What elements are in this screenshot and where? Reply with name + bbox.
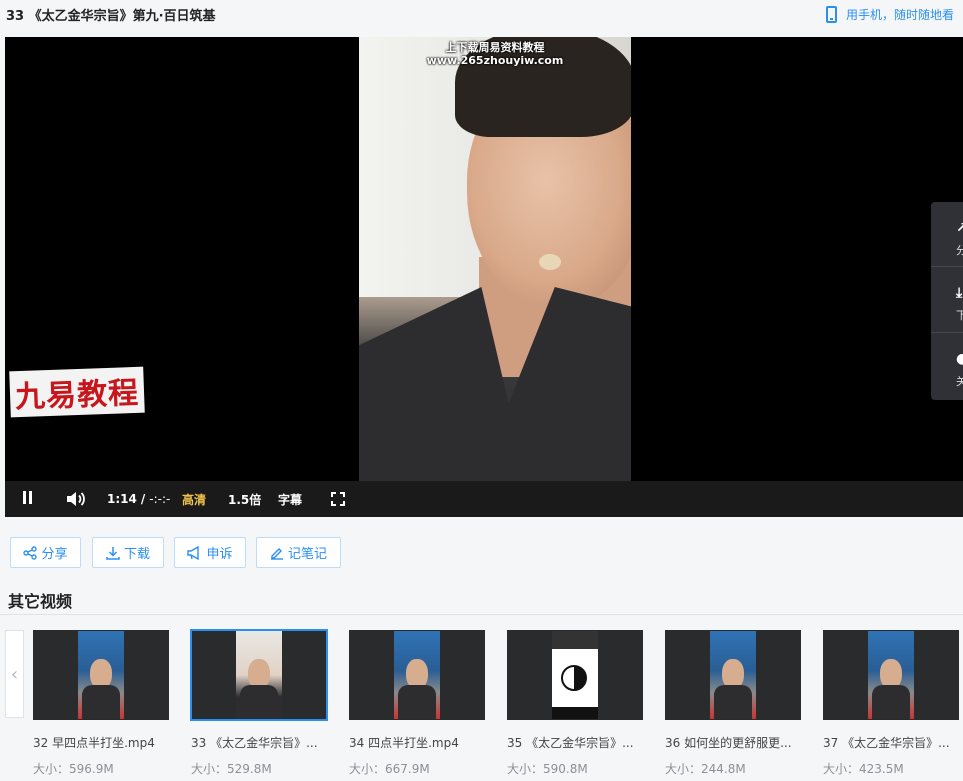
video-name[interactable]: 34 四点半打坐.mp4: [349, 734, 481, 751]
side-download-button[interactable]: ⤓ 下: [931, 266, 963, 333]
side-download-label: 下: [956, 309, 963, 322]
player-side-panel: ↗ 分 ⤓ 下 ● 关: [931, 202, 963, 400]
time-separator: /: [140, 492, 146, 506]
light-icon: ●: [956, 351, 963, 367]
video-name[interactable]: 37 《太乙金华宗旨》...: [823, 734, 955, 751]
microphone-icon: [539, 254, 561, 270]
megaphone-icon: [187, 545, 200, 560]
share-icon: [23, 545, 38, 560]
video-player[interactable]: 上下载周易资料教程 www.265zhouyiw.com 九易教程 ↗ 分 ⤓ …: [5, 37, 963, 517]
video-thumbnail[interactable]: [665, 630, 801, 720]
video-name[interactable]: 35 《太乙金华宗旨》...: [507, 734, 639, 751]
thumbnail-frame: [552, 631, 598, 719]
report-label: 申诉: [206, 547, 233, 562]
video-card[interactable]: 36 如何坐的更舒服更... 大小：244.8M: [665, 630, 801, 777]
video-card[interactable]: 32 早四点半打坐.mp4 大小：596.9M: [33, 630, 169, 777]
video-size: 大小：667.9M: [349, 762, 430, 776]
fullscreen-button[interactable]: [331, 481, 345, 517]
video-size: 大小：590.8M: [507, 762, 588, 776]
phone-icon: [826, 5, 837, 23]
video-thumbnail[interactable]: [33, 630, 169, 720]
player-controls: 1:14 / -:-:- 高清 1.5倍 字幕: [5, 481, 963, 517]
time-display: 1:14 / -:-:-: [107, 481, 170, 517]
video-card[interactable]: 37 《太乙金华宗旨》... 大小：423.5M: [823, 630, 959, 777]
video-card[interactable]: 34 四点半打坐.mp4 大小：667.9M: [349, 630, 485, 777]
side-share-label: 分: [956, 244, 963, 257]
subtitle-button[interactable]: 字幕: [278, 481, 302, 517]
video-frame[interactable]: 上下载周易资料教程 www.265zhouyiw.com: [359, 37, 631, 481]
video-name[interactable]: 33 《太乙金华宗旨》...: [191, 734, 323, 751]
speed-button[interactable]: 1.5倍: [228, 481, 261, 517]
other-videos-title: 其它视频: [8, 592, 73, 611]
share-button[interactable]: 分享: [10, 537, 81, 568]
thumbnail-bottom-band: [552, 707, 598, 719]
yin-yang-icon: [561, 665, 587, 691]
thumbnail-person-body: [398, 685, 436, 719]
volume-icon: [67, 492, 85, 506]
thumbnail-person-body: [240, 685, 278, 719]
video-card-active[interactable]: 33 《太乙金华宗旨》... 大小：529.8M: [191, 630, 327, 777]
video-size: 大小：529.8M: [191, 762, 272, 776]
share-label: 分享: [41, 547, 68, 562]
share-icon: ↗: [956, 220, 963, 236]
section-divider: [0, 614, 963, 615]
watermark-line2: www.265zhouyiw.com: [426, 54, 564, 67]
pencil-icon: [270, 547, 283, 560]
quality-button[interactable]: 高清: [182, 481, 206, 517]
download-button[interactable]: 下载: [92, 537, 164, 568]
download-icon: ⤓: [956, 285, 963, 301]
video-card[interactable]: 35 《太乙金华宗旨》... 大小：590.8M: [507, 630, 643, 777]
top-bar: 33 《太乙金华宗旨》第九·百日筑基 用手机，随时随地看: [0, 0, 963, 30]
video-thumbnail[interactable]: [823, 630, 959, 720]
chevron-left-icon: ‹: [10, 663, 19, 685]
download-icon: [106, 546, 120, 560]
note-label: 记笔记: [287, 547, 327, 562]
video-size: 大小：244.8M: [665, 762, 746, 776]
note-button[interactable]: 记笔记: [256, 537, 341, 568]
pause-button[interactable]: [23, 481, 35, 517]
volume-button[interactable]: [66, 481, 86, 517]
mobile-watch-text: 用手机，随时随地看: [846, 7, 955, 22]
watermark-line1: 上下载周易资料教程: [445, 41, 545, 54]
duration: -:-:-: [149, 492, 171, 506]
previous-arrow-button[interactable]: ‹: [5, 630, 24, 718]
video-size: 大小：423.5M: [823, 762, 904, 776]
video-size: 大小：596.9M: [33, 762, 114, 776]
thumbnail-top-band: [552, 631, 598, 649]
fullscreen-icon: [331, 492, 345, 506]
video-watermark: 上下载周易资料教程 www.265zhouyiw.com: [359, 41, 631, 67]
video-name[interactable]: 36 如何坐的更舒服更...: [665, 734, 797, 751]
report-button[interactable]: 申诉: [174, 537, 246, 568]
current-time: 1:14: [107, 492, 137, 506]
side-light-label: 关: [956, 375, 963, 388]
video-thumbnail[interactable]: [191, 630, 327, 720]
video-thumbnail[interactable]: [507, 630, 643, 720]
download-label: 下载: [123, 547, 150, 562]
thumbnail-person-body: [714, 685, 752, 719]
video-thumbnail[interactable]: [349, 630, 485, 720]
channel-logo: 九易教程: [9, 366, 145, 418]
pause-icon: [23, 491, 35, 507]
side-share-button[interactable]: ↗ 分: [931, 202, 963, 268]
side-light-button[interactable]: ● 关: [931, 332, 963, 399]
video-title: 33 《太乙金华宗旨》第九·百日筑基: [6, 9, 216, 24]
thumbnail-person-body: [82, 685, 120, 719]
video-name[interactable]: 32 早四点半打坐.mp4: [33, 734, 165, 751]
thumbnail-person-body: [872, 685, 910, 719]
mobile-watch-link[interactable]: 用手机，随时随地看: [826, 4, 963, 24]
